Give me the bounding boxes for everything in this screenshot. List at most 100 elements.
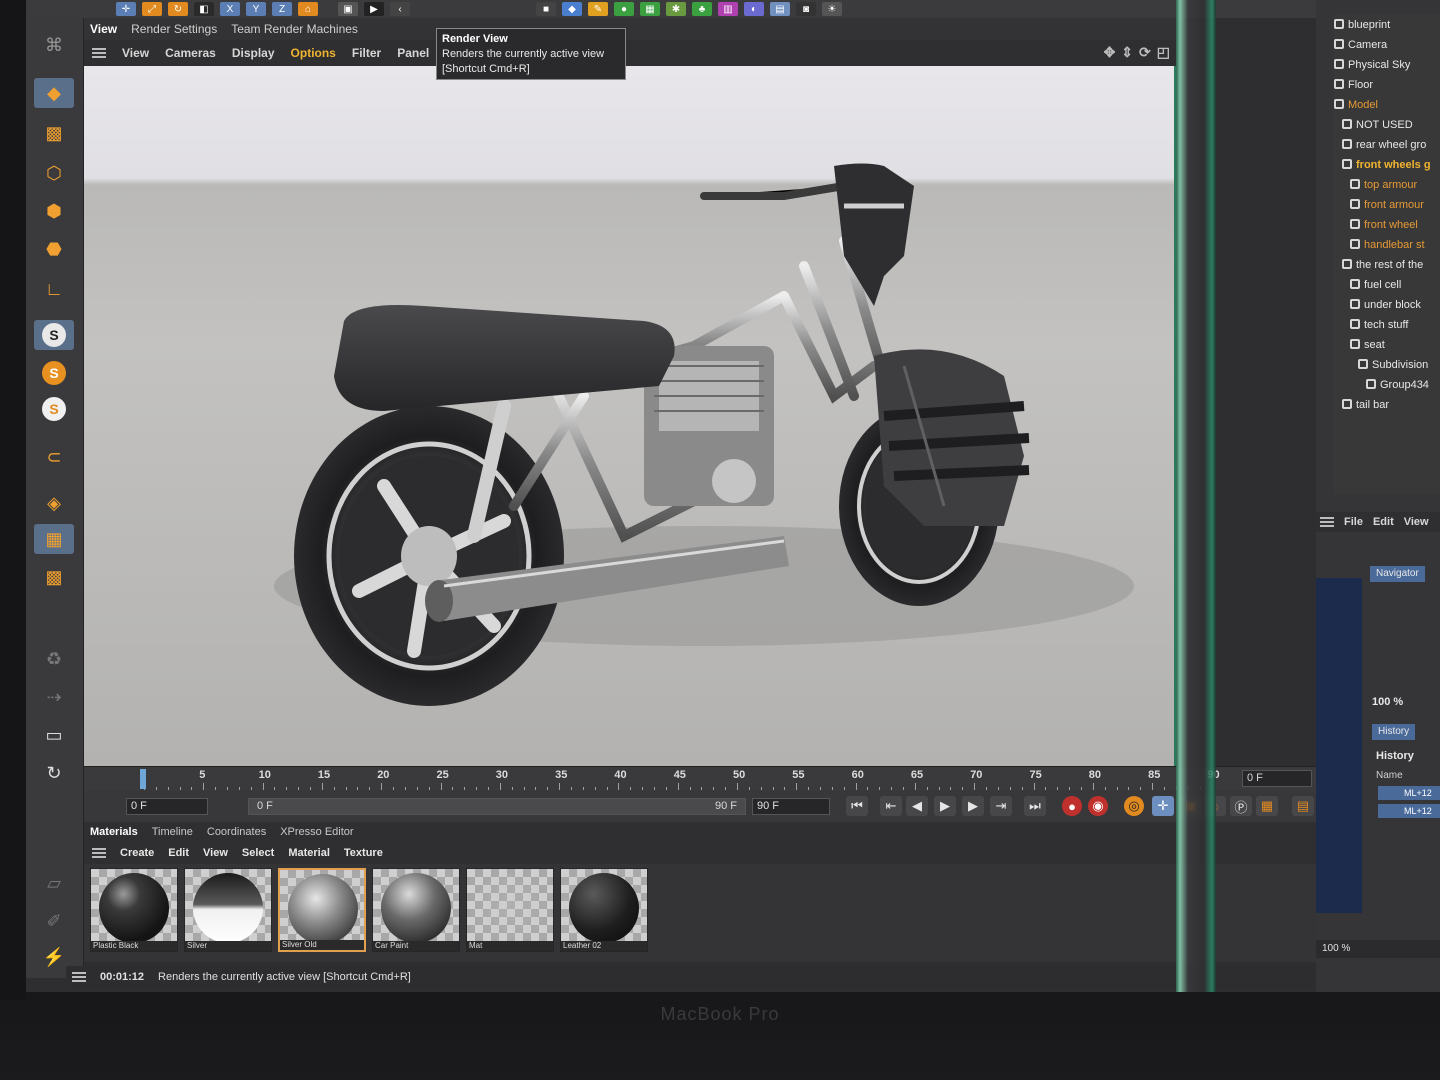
timeline-ruler[interactable]: 051015202530354045505560657075808590 0 F bbox=[84, 766, 1320, 791]
y-axis-icon[interactable]: Y bbox=[246, 2, 266, 16]
cube-icon[interactable]: ◆ bbox=[562, 2, 582, 16]
material-swatch[interactable]: Plastic Black bbox=[90, 868, 178, 952]
tag-icon[interactable]: ◐ bbox=[744, 2, 764, 16]
timeline-window-icon[interactable]: ▤ bbox=[1292, 796, 1314, 816]
material-swatch[interactable]: Leather 02 bbox=[560, 868, 648, 952]
go-to-start-icon[interactable]: ⏮ bbox=[846, 796, 868, 816]
previous-key-icon[interactable]: ⇤ bbox=[880, 796, 902, 816]
picture-viewer-zoom[interactable]: 100 % bbox=[1316, 940, 1440, 958]
field-icon[interactable]: ▥ bbox=[718, 2, 738, 16]
object-tree-item[interactable]: Group434 bbox=[1366, 376, 1429, 394]
array-icon[interactable]: ▦ bbox=[640, 2, 660, 16]
z-axis-icon[interactable]: Z bbox=[272, 2, 292, 16]
preview-range-slider[interactable]: 0 F 90 F bbox=[248, 798, 746, 815]
viewport-menu-options[interactable]: Options bbox=[291, 46, 336, 60]
object-tree-item[interactable]: Physical Sky bbox=[1334, 56, 1410, 74]
parameter-key-icon[interactable]: Ⓟ bbox=[1230, 796, 1252, 816]
viewport-hamburger-icon[interactable] bbox=[92, 48, 106, 58]
object-tree-item[interactable]: seat bbox=[1350, 336, 1385, 354]
workplane-icon[interactable]: ◈ bbox=[34, 488, 74, 518]
object-tree-item[interactable]: tail bar bbox=[1342, 396, 1389, 414]
scale-tool-icon[interactable]: ⤢ bbox=[142, 2, 162, 16]
texture-mode-icon[interactable]: ▩ bbox=[34, 118, 74, 148]
tool-icon[interactable]: ▱ bbox=[34, 868, 74, 898]
render-view-icon[interactable]: ▣ bbox=[338, 2, 358, 16]
tab-coordinates[interactable]: Coordinates bbox=[207, 826, 266, 838]
subdivision-icon[interactable]: ● bbox=[614, 2, 634, 16]
coordinate-system-icon[interactable]: ⌂ bbox=[298, 2, 318, 16]
next-frame-icon[interactable]: ▶ bbox=[962, 796, 984, 816]
cube-primitive-icon[interactable]: ■ bbox=[536, 2, 556, 16]
pla-key-icon[interactable]: ▦ bbox=[1256, 796, 1278, 816]
object-mode-icon[interactable]: ◧ bbox=[194, 2, 214, 16]
model-mode-icon[interactable]: ◆ bbox=[34, 78, 74, 108]
material-menu-edit[interactable]: Edit bbox=[168, 847, 189, 859]
tab-materials[interactable]: Materials bbox=[90, 826, 138, 838]
autokey-icon[interactable]: ◉ bbox=[1088, 796, 1108, 816]
object-tree-item[interactable]: front wheels g bbox=[1342, 156, 1431, 174]
object-tree-item[interactable]: the rest of the bbox=[1342, 256, 1423, 274]
start-frame-field[interactable]: 0 F bbox=[126, 798, 208, 815]
orbit-icon[interactable]: ⟳ bbox=[1139, 44, 1151, 61]
pbr-icon[interactable]: ↻ bbox=[34, 758, 74, 788]
material-menu-material[interactable]: Material bbox=[288, 847, 330, 859]
snap-settings-icon[interactable]: S bbox=[34, 358, 74, 388]
brush-icon[interactable]: ✐ bbox=[34, 906, 74, 936]
3d-viewport[interactable] bbox=[84, 66, 1176, 766]
viewport-menu-cameras[interactable]: Cameras bbox=[165, 46, 216, 60]
tab-render-settings[interactable]: Render Settings bbox=[131, 22, 217, 36]
object-tree-item[interactable]: Camera bbox=[1334, 36, 1387, 54]
attribute-menu-edit[interactable]: Edit bbox=[1373, 516, 1394, 528]
object-tree-item[interactable]: fuel cell bbox=[1350, 276, 1401, 294]
undo-view-icon[interactable]: ⌘ bbox=[34, 30, 74, 60]
points-mode-icon[interactable]: ⬡ bbox=[34, 158, 74, 188]
x-axis-icon[interactable]: X bbox=[220, 2, 240, 16]
position-key-icon[interactable]: ✛ bbox=[1152, 796, 1174, 816]
attribute-menu-view[interactable]: View bbox=[1404, 516, 1429, 528]
object-tree-item[interactable]: handlebar st bbox=[1350, 236, 1425, 254]
object-tree-item[interactable]: tech stuff bbox=[1350, 316, 1408, 334]
grid-icon[interactable]: ▦ bbox=[34, 524, 74, 554]
attribute-hamburger-icon[interactable] bbox=[1320, 517, 1334, 527]
object-tree-item[interactable]: Floor bbox=[1334, 76, 1373, 94]
tab-team-render[interactable]: Team Render Machines bbox=[231, 22, 358, 36]
keyframe-selection-icon[interactable]: ◎ bbox=[1124, 796, 1144, 816]
object-tree-item[interactable]: NOT USED bbox=[1342, 116, 1413, 134]
tab-xpresso-editor[interactable]: XPresso Editor bbox=[280, 826, 353, 838]
tab-view[interactable]: View bbox=[90, 22, 117, 36]
material-swatch[interactable]: Car Paint bbox=[372, 868, 460, 952]
status-hamburger-icon[interactable] bbox=[72, 972, 86, 982]
object-tree-item[interactable]: front armour bbox=[1350, 196, 1424, 214]
material-menu-view[interactable]: View bbox=[203, 847, 228, 859]
attribute-menu-file[interactable]: File bbox=[1344, 516, 1363, 528]
timeline-playhead[interactable] bbox=[140, 769, 146, 789]
viewport-menu-panel[interactable]: Panel bbox=[397, 46, 429, 60]
rotate-tool-icon[interactable]: ↻ bbox=[168, 2, 188, 16]
cloner-icon[interactable]: ♣ bbox=[692, 2, 712, 16]
tab-timeline[interactable]: Timeline bbox=[152, 826, 193, 838]
dolly-icon[interactable]: ⇕ bbox=[1121, 44, 1133, 61]
floor-icon[interactable]: ▤ bbox=[770, 2, 790, 16]
tab-navigator[interactable]: Navigator bbox=[1370, 566, 1425, 582]
material-menu-create[interactable]: Create bbox=[120, 847, 154, 859]
object-tree-item[interactable]: front wheel bbox=[1350, 216, 1418, 234]
previous-frame-icon[interactable]: ◀ bbox=[906, 796, 928, 816]
record-keys-icon[interactable]: ● bbox=[1062, 796, 1082, 816]
play-icon[interactable]: ▶ bbox=[934, 796, 956, 816]
material-swatch[interactable]: Silver bbox=[184, 868, 272, 952]
workplane-snap-icon[interactable]: S bbox=[34, 394, 74, 424]
edges-mode-icon[interactable]: ⬢ bbox=[34, 196, 74, 226]
material-menu-select[interactable]: Select bbox=[242, 847, 274, 859]
history-item[interactable]: ML+12 bbox=[1378, 786, 1440, 800]
move-tool-icon[interactable]: ✛ bbox=[116, 2, 136, 16]
magnet-icon[interactable]: ⊂ bbox=[34, 442, 74, 472]
tab-history[interactable]: History bbox=[1372, 724, 1416, 740]
object-tree-item[interactable]: top armour bbox=[1350, 176, 1417, 194]
layout-icon[interactable]: ▭ bbox=[34, 720, 74, 750]
material-menu-texture[interactable]: Texture bbox=[344, 847, 383, 859]
end-frame-field[interactable]: 90 F bbox=[752, 798, 830, 815]
viewport-menu-view[interactable]: View bbox=[122, 46, 149, 60]
recycle-icon[interactable]: ♻ bbox=[34, 644, 74, 674]
material-swatch[interactable]: Silver Old bbox=[278, 868, 366, 952]
current-frame-field[interactable]: 0 F bbox=[1242, 770, 1312, 787]
